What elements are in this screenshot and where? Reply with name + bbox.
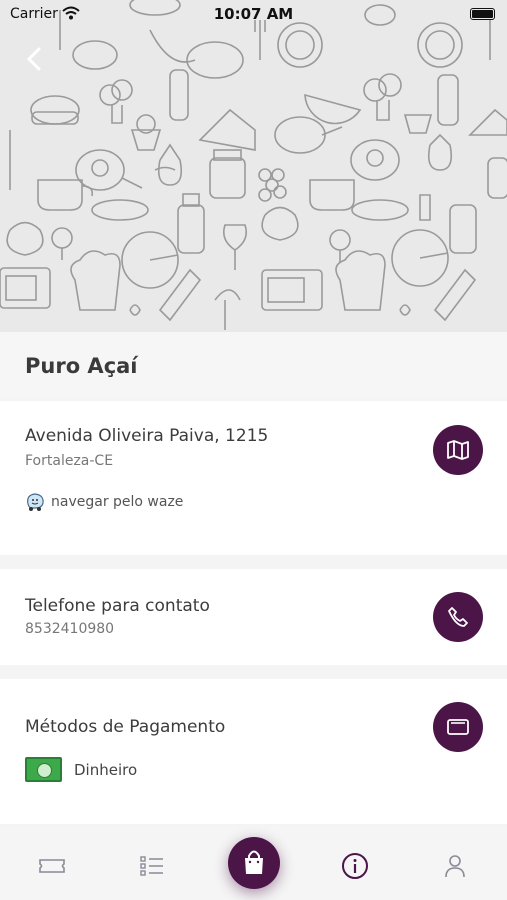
tab-profile[interactable] <box>437 848 473 884</box>
call-button[interactable] <box>433 592 483 642</box>
food-doodle-pattern <box>0 0 507 330</box>
shopping-bag-icon <box>245 850 263 874</box>
waze-label: navegar pelo waze <box>51 494 184 510</box>
phone-label: Telefone para contato <box>25 596 210 616</box>
user-icon <box>445 855 465 878</box>
list-icon <box>140 856 163 876</box>
store-title-bar: Puro Açaí <box>0 332 507 398</box>
store-name: Puro Açaí <box>25 354 138 378</box>
tab-info[interactable] <box>337 848 373 884</box>
map-button[interactable] <box>433 425 483 475</box>
phone-icon <box>448 607 468 627</box>
ticket-icon <box>39 859 65 873</box>
tab-coupons[interactable] <box>34 848 70 884</box>
tab-bag[interactable] <box>228 837 280 889</box>
tab-orders[interactable] <box>134 848 170 884</box>
map-icon <box>447 440 469 460</box>
waze-link[interactable]: navegar pelo waze <box>25 492 183 512</box>
address-card: Avenida Oliveira Paiva, 1215 Fortaleza-C… <box>0 401 507 555</box>
waze-icon <box>27 493 44 511</box>
payment-method: Dinheiro <box>74 760 138 779</box>
payment-label: Métodos de Pagamento <box>25 717 226 737</box>
status-time: 10:07 AM <box>213 5 294 23</box>
address-street: Avenida Oliveira Paiva, 1215 <box>25 426 269 446</box>
payment-card-button[interactable] <box>433 702 483 752</box>
credit-card-icon <box>447 719 469 735</box>
cash-icon <box>25 757 62 782</box>
back-arrow-icon[interactable] <box>22 46 48 72</box>
phone-card: Telefone para contato 8532410980 <box>0 569 507 665</box>
battery-icon <box>470 8 495 20</box>
status-bar: Carrier 10:07 AM <box>0 0 507 30</box>
payment-method-row: Dinheiro <box>25 757 137 782</box>
tab-bar <box>0 826 507 900</box>
phone-number: 8532410980 <box>25 621 115 637</box>
info-icon <box>342 853 368 879</box>
header-food-pattern: Carrier 10:07 AM <box>0 0 507 332</box>
payment-card: Métodos de Pagamento Dinheiro <box>0 679 507 824</box>
address-city: Fortaleza-CE <box>25 453 114 469</box>
